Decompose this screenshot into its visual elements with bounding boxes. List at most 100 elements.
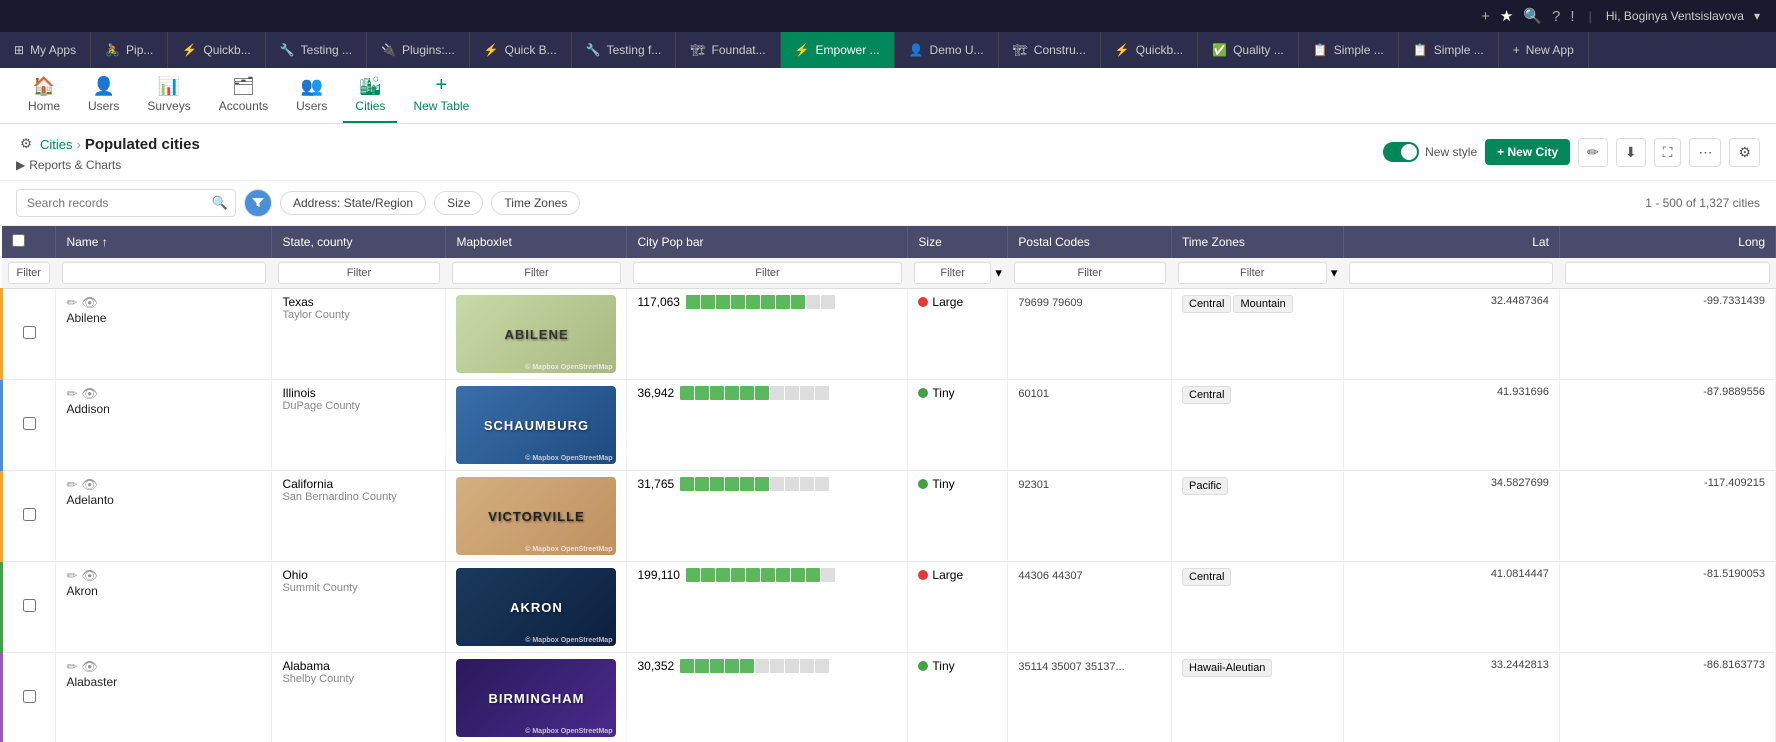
star-icon[interactable]: ★ <box>1500 7 1513 25</box>
filter-btn-map[interactable]: Filter <box>452 262 621 284</box>
filter-input-long[interactable] <box>1565 262 1769 284</box>
tab-testing1[interactable]: 🔧 Testing ... <box>266 32 367 68</box>
pop-bar <box>680 659 829 673</box>
th-city-pop-bar[interactable]: City Pop bar <box>627 226 908 258</box>
more-button[interactable]: ⋯ <box>1689 138 1721 167</box>
row-checkbox[interactable] <box>23 326 36 339</box>
select-all-checkbox[interactable] <box>12 234 25 247</box>
tab-empower[interactable]: ⚡ Empower ... <box>781 32 895 68</box>
tab-plugins[interactable]: 🔌 Plugins:... <box>367 32 470 68</box>
tab-simple2[interactable]: 📋 Simple ... <box>1399 32 1499 68</box>
filter-btn-postal[interactable]: Filter <box>1014 262 1166 284</box>
th-lat[interactable]: Lat <box>1343 226 1559 258</box>
city-name[interactable]: Adelanto <box>66 493 113 507</box>
row-checkbox[interactable] <box>23 508 36 521</box>
edit-button[interactable]: ✏ <box>1578 138 1608 167</box>
filter-btn-tz[interactable]: Filter <box>1178 262 1327 284</box>
th-state-county[interactable]: State, county <box>272 226 446 258</box>
th-postal-codes[interactable]: Postal Codes <box>1008 226 1172 258</box>
tab-new-app[interactable]: + New App <box>1499 32 1589 68</box>
search-icon[interactable]: 🔍 <box>1523 7 1542 25</box>
row-edit-icon[interactable]: ✏ <box>66 568 77 584</box>
city-name[interactable]: Abilene <box>66 311 106 325</box>
city-name[interactable]: Addison <box>66 402 109 416</box>
nav-new-table[interactable]: + New Table <box>401 66 481 123</box>
size-filter-wrap: Filter ▾ <box>914 262 1002 284</box>
filter-btn-state[interactable]: Filter <box>278 262 440 284</box>
help-icon[interactable]: ? <box>1552 8 1560 25</box>
row-edit-icon[interactable]: ✏ <box>66 386 77 402</box>
nav-accounts[interactable]: 🗂 Accounts <box>207 68 280 123</box>
row-checkbox[interactable] <box>23 599 36 612</box>
settings-gear-button[interactable]: ⚙ <box>16 132 36 156</box>
alert-icon[interactable]: ! <box>1570 8 1574 25</box>
row-eye-icon[interactable]: 👁 <box>81 568 98 584</box>
row-edit-icon[interactable]: ✏ <box>66 295 77 311</box>
tab-simple1[interactable]: 📋 Simple ... <box>1299 32 1399 68</box>
tab-pip[interactable]: 🚴 Pip... <box>91 32 168 68</box>
map-thumbnail[interactable]: SCHAUMBURG © Mapbox OpenStreetMap <box>456 386 616 464</box>
map-cell: AKRON © Mapbox OpenStreetMap <box>446 562 627 653</box>
tab-quality[interactable]: ✅ Quality ... <box>1198 32 1299 68</box>
map-thumbnail[interactable]: VICTORVILLE © Mapbox OpenStreetMap <box>456 477 616 555</box>
reports-link[interactable]: ▶ Reports & Charts <box>16 158 200 172</box>
row-edit-icon[interactable]: ✏ <box>66 659 77 675</box>
new-style-toggle[interactable] <box>1383 142 1419 162</box>
nav-users1[interactable]: 👤 Users <box>76 68 131 123</box>
row-eye-icon[interactable]: 👁 <box>81 386 98 402</box>
user-dropdown-icon[interactable]: ▾ <box>1754 9 1760 23</box>
settings-button[interactable]: ⚙ <box>1729 138 1760 167</box>
plus-icon[interactable]: + <box>1481 8 1490 25</box>
th-name[interactable]: Name ↑ <box>56 226 272 258</box>
nav-surveys[interactable]: 📊 Surveys <box>135 68 202 123</box>
tab-quickb1[interactable]: ⚡ Quickb... <box>168 32 265 68</box>
th-size[interactable]: Size <box>908 226 1008 258</box>
filter-button-main[interactable]: Filter <box>8 262 50 284</box>
nav-separator: | <box>1589 9 1592 24</box>
new-city-button[interactable]: + New City <box>1485 139 1570 165</box>
th-long[interactable]: Long <box>1559 226 1775 258</box>
expand-button[interactable]: ⛶ <box>1654 138 1682 167</box>
row-eye-icon[interactable]: 👁 <box>81 477 98 493</box>
city-name-cell: ✏ 👁 Addison <box>56 380 272 471</box>
row-checkbox[interactable] <box>23 690 36 703</box>
filter-size[interactable]: Size <box>434 191 483 215</box>
city-name[interactable]: Alabaster <box>66 675 117 689</box>
size-filter-dropdown-icon[interactable]: ▾ <box>995 265 1002 281</box>
row-eye-icon[interactable]: 👁 <box>81 659 98 675</box>
map-label: SCHAUMBURG <box>484 418 589 433</box>
tz-filter-dropdown-icon[interactable]: ▾ <box>1331 265 1338 281</box>
tab-quickb[interactable]: ⚡ Quick B... <box>470 32 572 68</box>
row-eye-icon[interactable]: 👁 <box>81 295 98 311</box>
tab-testingf[interactable]: 🔧 Testing f... <box>572 32 677 68</box>
tab-quickb3[interactable]: ⚡ Quickb... <box>1101 32 1198 68</box>
search-input[interactable] <box>16 189 236 217</box>
filter-input-name[interactable] <box>62 262 266 284</box>
tab-foundat[interactable]: 🏗 Foundat... <box>676 32 780 68</box>
filter-btn-pop[interactable]: Filter <box>633 262 902 284</box>
th-mapboxlet[interactable]: Mapboxlet <box>446 226 627 258</box>
tab-my-apps[interactable]: ⊞ My Apps <box>0 32 91 68</box>
th-time-zones[interactable]: Time Zones <box>1172 226 1344 258</box>
map-thumbnail[interactable]: BIRMINGHAM © Mapbox OpenStreetMap <box>456 659 616 737</box>
nav-home[interactable]: 🏠 Home <box>16 68 72 123</box>
map-thumbnail[interactable]: AKRON © Mapbox OpenStreetMap <box>456 568 616 646</box>
map-thumbnail[interactable]: ABILENE © Mapbox OpenStreetMap <box>456 295 616 373</box>
pop-bar-segment <box>821 295 835 309</box>
breadcrumb-parent[interactable]: Cities <box>40 137 73 152</box>
download-button[interactable]: ⬇ <box>1616 138 1646 167</box>
filter-active-button[interactable] <box>244 189 272 217</box>
row-edit-icon[interactable]: ✏ <box>66 477 77 493</box>
row-checkbox[interactable] <box>23 417 36 430</box>
city-name[interactable]: Akron <box>66 584 97 598</box>
tab-demou[interactable]: 👤 Demo U... <box>895 32 999 68</box>
filter-input-lat[interactable] <box>1349 262 1553 284</box>
tab-constru[interactable]: 🏗 Constru... <box>999 32 1101 68</box>
table-wrap[interactable]: Name ↑ State, county Mapboxlet City Pop … <box>0 226 1776 742</box>
filter-time-zones[interactable]: Time Zones <box>491 191 580 215</box>
user-label[interactable]: Hi, Boginya Ventsislavova <box>1606 9 1744 23</box>
nav-cities[interactable]: 🏙 Cities <box>343 68 397 123</box>
nav-users2[interactable]: 👥 Users <box>284 68 339 123</box>
filter-btn-size[interactable]: Filter <box>914 262 991 284</box>
filter-state-region[interactable]: Address: State/Region <box>280 191 426 215</box>
